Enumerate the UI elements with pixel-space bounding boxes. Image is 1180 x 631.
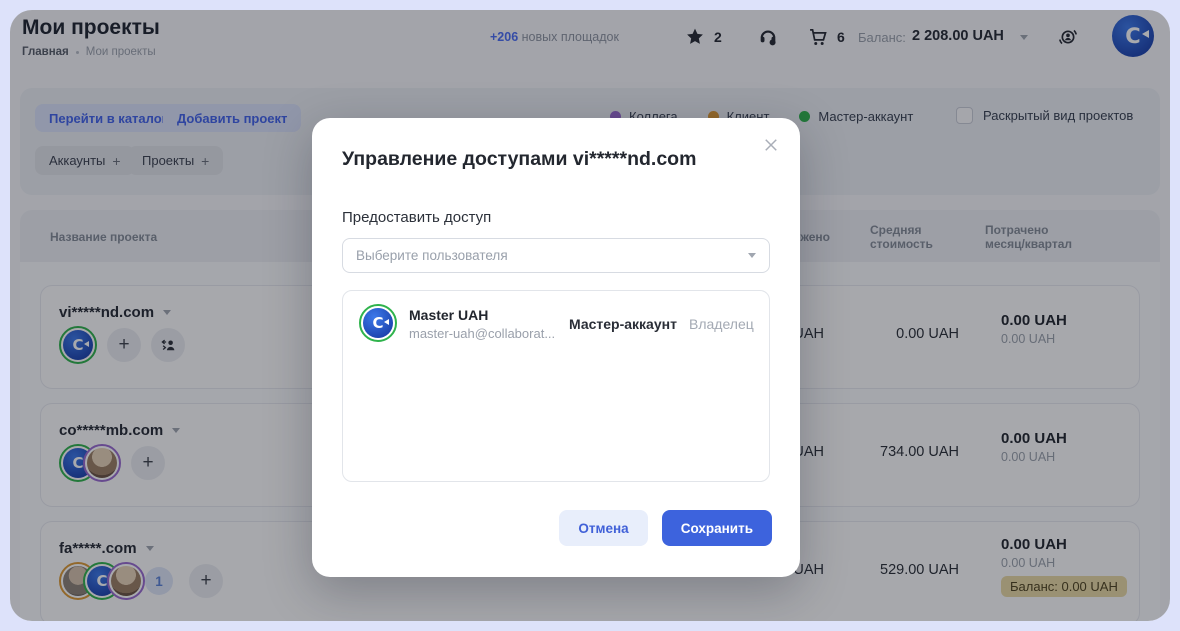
user-name: Master UAH [409, 307, 489, 323]
user-avatar-master: C [359, 304, 397, 342]
user-list-item[interactable]: C Master UAH master-uah@collaborat... Ма… [343, 291, 769, 357]
save-button[interactable]: Сохранить [661, 510, 772, 546]
user-email: master-uah@collaborat... [409, 326, 556, 341]
grant-access-label: Предоставить доступ [342, 209, 492, 226]
cancel-button[interactable]: Отмена [559, 510, 648, 546]
user-select-dropdown[interactable]: Выберите пользователя [342, 238, 770, 273]
user-role: Мастер-аккаунт [569, 316, 677, 332]
select-caret-icon [748, 253, 756, 258]
access-management-modal: Управление доступами vi*****nd.com Предо… [312, 118, 800, 577]
app-window: Мои проекты Главная Мои проекты +206 нов… [10, 10, 1170, 621]
user-ownership: Владелец [689, 316, 754, 332]
close-icon[interactable] [762, 136, 780, 154]
user-select-placeholder: Выберите пользователя [356, 248, 508, 263]
access-user-list: C Master UAH master-uah@collaborat... Ма… [342, 290, 770, 482]
modal-title: Управление доступами vi*****nd.com [342, 148, 697, 170]
modal-actions: Отмена Сохранить [559, 510, 772, 546]
